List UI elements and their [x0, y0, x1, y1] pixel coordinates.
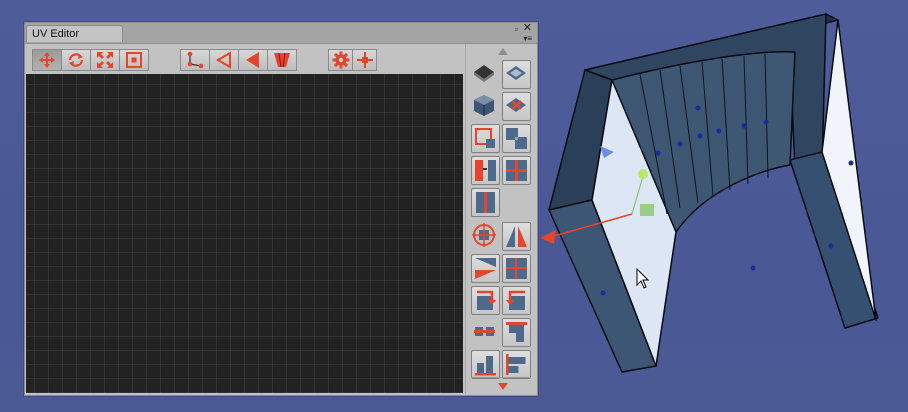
- align-horizontal-button[interactable]: [471, 318, 500, 347]
- element-mode-button[interactable]: [267, 49, 297, 71]
- snap-left-icon: [506, 354, 526, 375]
- move-arrows-icon: [39, 52, 55, 68]
- fit-uv-icon: [475, 128, 495, 148]
- split-uvs-button[interactable]: [502, 156, 531, 185]
- project-planar-button[interactable]: [471, 60, 500, 89]
- stitch-button[interactable]: [502, 124, 531, 153]
- unwrap-icon: [506, 98, 526, 112]
- flip-horizontal-icon: [506, 226, 527, 247]
- align-uvs-icon: [475, 160, 496, 181]
- stitch-icon: [506, 128, 527, 149]
- project-planar-icon: [474, 65, 494, 82]
- rect-tool-button[interactable]: [119, 49, 149, 71]
- scroll-up-icon[interactable]: [498, 48, 508, 55]
- close-icon[interactable]: ✕: [523, 23, 532, 34]
- rect-select-icon: [126, 52, 142, 68]
- mouse-cursor-icon: [636, 268, 650, 289]
- vertex-mode-icon: [187, 51, 204, 69]
- rotate-left-button[interactable]: [471, 286, 500, 315]
- rotate-tool-button[interactable]: [61, 49, 91, 71]
- flip-horizontal-button[interactable]: [502, 222, 531, 251]
- selection-mode-group: [180, 49, 297, 71]
- align-horizontal-icon: [474, 327, 495, 336]
- center-uvs-button[interactable]: [471, 222, 500, 251]
- edge-mode-button[interactable]: [209, 49, 239, 71]
- move-tool-button[interactable]: [32, 49, 62, 71]
- pivot-button[interactable]: [352, 49, 377, 71]
- extras-group: [328, 49, 377, 71]
- element-mode-icon: [274, 52, 290, 68]
- panel-scroll-divider: [471, 377, 531, 378]
- maximize-icon[interactable]: ▫: [515, 25, 518, 34]
- rotate-left-icon: [477, 290, 496, 310]
- uv-canvas[interactable]: [26, 74, 463, 393]
- fit-uv-button[interactable]: [471, 124, 500, 153]
- edge-mode-icon: [216, 51, 231, 69]
- vertex-mode-button[interactable]: [180, 49, 210, 71]
- rotate-right-icon: [506, 290, 525, 310]
- flip-vertical-icon: [475, 258, 496, 279]
- project-cube-button[interactable]: [471, 92, 500, 121]
- project-box-button[interactable]: [502, 60, 531, 89]
- snap-left-button[interactable]: [502, 350, 531, 379]
- transform-tool-group: [32, 49, 149, 71]
- unwrap-button[interactable]: [502, 92, 531, 121]
- tab-uv-editor[interactable]: UV Editor: [26, 25, 123, 42]
- scroll-down-icon[interactable]: [498, 383, 508, 390]
- project-cube-icon: [474, 95, 494, 116]
- face-mode-icon: [246, 52, 259, 68]
- weld-icon: [476, 192, 495, 213]
- scale-icon: [97, 52, 113, 68]
- uv-actions-panel: [465, 44, 536, 394]
- scale-tool-button[interactable]: [90, 49, 120, 71]
- center-uvs-icon: [472, 223, 496, 247]
- settings-button[interactable]: [328, 49, 353, 71]
- snap-bottom-icon: [475, 356, 496, 376]
- window-menu-icon[interactable]: ▾≡: [523, 34, 532, 43]
- uv-editor-window[interactable]: UV Editor ▫ ✕ ▾≡: [24, 22, 538, 396]
- window-titlebar[interactable]: UV Editor ▫ ✕ ▾≡: [25, 23, 537, 44]
- align-uvs-button[interactable]: [471, 156, 500, 185]
- rotate-right-button[interactable]: [502, 286, 531, 315]
- project-box-icon: [506, 66, 526, 80]
- rotate-icon: [68, 53, 84, 67]
- pivot-icon: [356, 52, 373, 68]
- flip-vertical-button[interactable]: [471, 254, 500, 283]
- uv-toolbar: [25, 44, 465, 74]
- align-vertical-icon: [506, 322, 527, 342]
- face-mode-button[interactable]: [238, 49, 268, 71]
- snap-bottom-button[interactable]: [471, 350, 500, 379]
- gear-icon: [332, 51, 349, 69]
- weld-button[interactable]: [471, 188, 500, 217]
- snap-corner-icon: [506, 258, 527, 279]
- align-vertical-button[interactable]: [502, 318, 531, 347]
- snap-corner-button[interactable]: [502, 254, 531, 283]
- split-uvs-icon: [506, 160, 527, 181]
